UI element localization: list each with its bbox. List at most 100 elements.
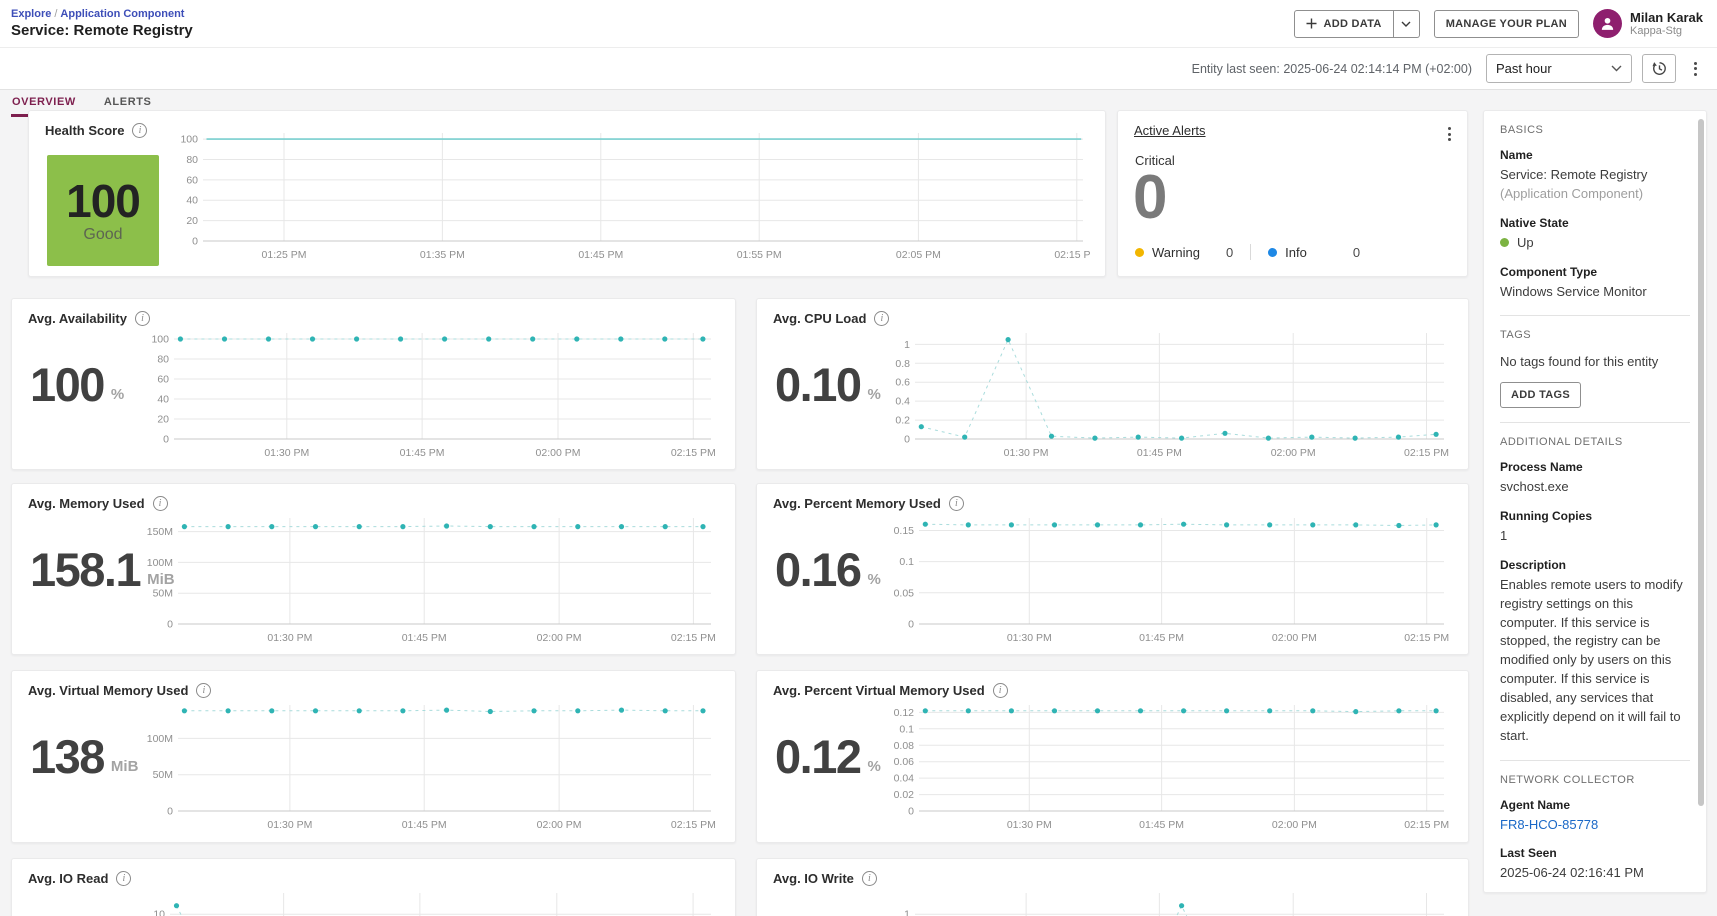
svg-text:1: 1 (904, 909, 910, 916)
alerts-summary-row: Warning 0 Info 0 (1135, 244, 1360, 260)
toolbar-kebab-menu[interactable] (1686, 56, 1705, 82)
user-menu[interactable]: Milan Karak Kappa-Stg (1593, 9, 1703, 38)
info-icon[interactable]: i (874, 311, 890, 326)
svg-text:0.12: 0.12 (894, 707, 915, 719)
svg-text:0.1: 0.1 (899, 723, 914, 735)
svg-text:01:45 PM: 01:45 PM (1139, 632, 1184, 644)
metric-chart: 01:30 PM 01:45 PM 02:00 PM 02:15 PM 0 0.05 0.1… (885, 510, 1452, 648)
metric-panel: Avg. Virtual Memory Used i 138 MiB 01:30… (11, 670, 736, 843)
metric-panel: Avg. Percent Memory Used i 0.16 % 01:30 … (756, 483, 1469, 655)
health-score-chart: 01:25 PM 01:35 PM 01:45 PM 01:55 PM 02:05 PM… (169, 125, 1099, 265)
top-header: Explore / Application Component Service: R… (0, 0, 1717, 48)
info-icon[interactable]: i (116, 871, 132, 886)
user-name: Milan Karak (1630, 10, 1703, 25)
field-label: Last Seen (1500, 846, 1557, 861)
metric-number: 0.12 (775, 730, 862, 783)
plus-icon (1306, 18, 1317, 29)
add-tags-button[interactable]: ADD TAGS (1500, 382, 1582, 409)
svg-text:0.2: 0.2 (895, 415, 910, 427)
svg-text:100: 100 (151, 334, 169, 346)
breadcrumb-section-link[interactable]: Application Component (60, 8, 184, 20)
health-score-status: Good (83, 225, 123, 243)
add-data-button[interactable]: ADD DATA (1294, 9, 1394, 38)
svg-text:02:00 PM: 02:00 PM (537, 632, 582, 644)
section-header: BASICS (1500, 124, 1544, 136)
avatar (1593, 9, 1623, 38)
field-label: Name (1500, 148, 1533, 162)
native-state-value: Up (1500, 234, 1690, 253)
info-icon[interactable]: i (948, 496, 964, 511)
divider (1250, 244, 1252, 260)
time-range-value: Past hour (1496, 61, 1552, 76)
metric-unit: % (867, 386, 881, 403)
svg-text:02:00 PM: 02:00 PM (537, 819, 582, 831)
sidebar-scrollbar[interactable] (1698, 119, 1704, 807)
entity-details-sidebar: BASICS Name Service: Remote Registry (Ap… (1483, 110, 1707, 893)
metric-unit: % (867, 758, 881, 775)
metric-panel: Avg. Memory Used i 158.1 MiB 01:30 PM 01:… (11, 483, 736, 655)
svg-text:20: 20 (157, 414, 169, 426)
panel-title: Avg. Virtual Memory Used (28, 683, 189, 698)
metric-chart: 01:30 PM 01:45 PM 02:00 PM 02:15 PM 0 50M 100M… (140, 510, 719, 648)
panel-title: Avg. IO Write (773, 871, 854, 886)
entity-last-seen: Entity last seen: 2025-06-24 02:14:14 PM… (1191, 61, 1472, 76)
info-icon[interactable]: i (134, 311, 150, 326)
svg-text:0.8: 0.8 (895, 358, 910, 370)
svg-text:0.05: 0.05 (894, 587, 915, 599)
svg-text:0: 0 (163, 434, 169, 446)
metric-value: 0.16 % (775, 546, 881, 593)
info-icon[interactable]: i (861, 871, 877, 886)
metric-chart: 01:30 PM 01:45 PM 02:00 PM 02:15 PM 0 0.2 0.4 0… (885, 325, 1452, 463)
svg-text:02:15 PM: 02:15 PM (671, 632, 716, 644)
page-title: Service: Remote Registry (11, 22, 193, 39)
manage-plan-button[interactable]: MANAGE YOUR PLAN (1433, 9, 1580, 38)
svg-text:01:45 PM: 01:45 PM (1137, 447, 1182, 459)
panel-title: Avg. IO Read (28, 871, 109, 886)
svg-text:0: 0 (167, 619, 173, 631)
svg-text:50M: 50M (153, 769, 173, 781)
field-label: Native State (1500, 215, 1569, 230)
tags-empty-text: No tags found for this entity (1500, 354, 1659, 370)
health-score-value: 100 (66, 175, 141, 228)
metric-chart: 01:30 PM 01:45 PM 02:00 PM 02:15 PM 0 20 40 60 8… (140, 325, 719, 463)
last-seen-value: 2025-06-24 02:16:41 PM (1500, 865, 1644, 881)
warning-label: Warning (1152, 244, 1200, 260)
info-icon[interactable]: i (196, 683, 212, 698)
time-range-select[interactable]: Past hour (1486, 54, 1632, 83)
history-button[interactable] (1642, 54, 1676, 83)
agent-name-link[interactable]: FR8-HCO-85778 (1500, 817, 1598, 832)
info-icon[interactable]: i (132, 123, 148, 138)
svg-text:01:45 PM: 01:45 PM (402, 819, 447, 831)
breadcrumb-explore-link[interactable]: Explore (11, 8, 51, 20)
critical-count: 0 (1133, 163, 1168, 232)
svg-text:0.15: 0.15 (894, 525, 915, 537)
svg-text:02:15 PM: 02:15 PM (671, 447, 716, 459)
svg-text:0.08: 0.08 (894, 740, 915, 752)
add-data-dropdown-button[interactable] (1393, 9, 1420, 38)
alerts-kebab-menu[interactable] (1440, 121, 1459, 147)
chevron-down-icon (1401, 21, 1411, 27)
metric-value: 138 MiB (30, 733, 138, 780)
metric-number: 100 (30, 358, 105, 411)
entity-name-value: Service: Remote Registry (Application Co… (1500, 167, 1648, 201)
svg-text:01:25 PM: 01:25 PM (262, 249, 307, 261)
field-label: Description (1500, 557, 1567, 572)
info-icon[interactable]: i (992, 683, 1008, 698)
component-type-value: Windows Service Monitor (1500, 283, 1647, 299)
metric-unit: % (110, 386, 125, 403)
svg-text:100: 100 (180, 134, 198, 146)
field-label: Process Name (1500, 460, 1583, 475)
basics-section: BASICS Name Service: Remote Registry (Ap… (1484, 111, 1706, 313)
breadcrumb: Explore / Application Component (11, 8, 193, 20)
history-icon (1651, 62, 1666, 75)
svg-text:50M: 50M (153, 588, 173, 600)
info-icon[interactable]: i (152, 496, 168, 511)
info-label: Info (1285, 244, 1307, 260)
svg-text:0.06: 0.06 (894, 756, 915, 768)
panel-title: Health Score (45, 123, 125, 138)
active-alerts-link[interactable]: Active Alerts (1134, 123, 1206, 138)
add-data-split-button: ADD DATA (1294, 9, 1420, 38)
field-label: Component Type (1500, 264, 1598, 279)
svg-text:0.04: 0.04 (894, 773, 915, 785)
svg-text:01:30 PM: 01:30 PM (1007, 632, 1052, 644)
